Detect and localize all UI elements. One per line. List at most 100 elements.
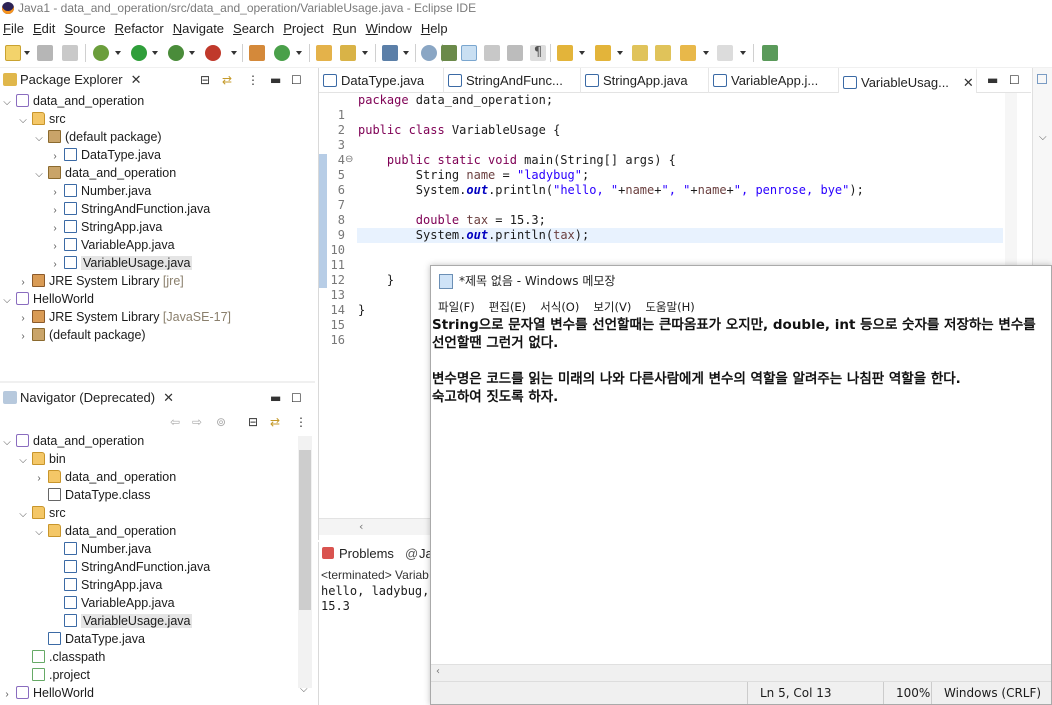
scroll-left-icon[interactable]: ‹: [436, 666, 440, 677]
tab-navigator[interactable]: Navigator (Deprecated) ✕: [0, 386, 315, 410]
tree-item[interactable]: VariableApp.java: [50, 594, 175, 612]
tree-item[interactable]: › DataType.java: [50, 146, 161, 164]
new-java-project-icon[interactable]: [249, 45, 265, 61]
tab-variableusage[interactable]: VariableUsag... ✕: [839, 68, 977, 93]
tree-item[interactable]: ⌵ (default package): [34, 128, 162, 146]
tab-stringandfunction[interactable]: StringAndFunc...: [444, 68, 581, 93]
link-with-editor-icon[interactable]: ⇄: [222, 72, 232, 88]
tree-item[interactable]: › data_and_operation: [34, 468, 176, 486]
tree-item[interactable]: ⌵ src: [18, 504, 66, 522]
chevron-down-icon[interactable]: ⌵: [18, 452, 28, 470]
save-all-icon[interactable]: [62, 45, 78, 61]
coverage-icon[interactable]: [168, 45, 184, 61]
tree-item[interactable]: › StringAndFunction.java: [50, 200, 210, 218]
tree-item[interactable]: ⌵ src: [18, 110, 66, 128]
save-icon[interactable]: [37, 45, 53, 61]
tree-item[interactable]: ⌵ data_and_operation: [34, 164, 176, 182]
console-output[interactable]: hello, ladybug, 15.3: [321, 584, 429, 614]
minimize-icon[interactable]: ▬: [270, 72, 281, 88]
menu-navigate[interactable]: Navigate: [170, 18, 230, 39]
tree-item[interactable]: › StringApp.java: [50, 218, 162, 236]
chevron-down-icon[interactable]: ⌵: [18, 112, 28, 130]
block-selection-icon[interactable]: [484, 45, 500, 61]
vertical-scrollbar[interactable]: [298, 436, 312, 688]
tree-item[interactable]: Number.java: [50, 540, 151, 558]
tree-item[interactable]: ⌵ bin: [18, 450, 66, 468]
chevron-down-icon[interactable]: ⌵: [34, 166, 44, 184]
tab-problems[interactable]: Problems: [319, 542, 394, 566]
tab-datatype[interactable]: DataType.java: [319, 68, 444, 93]
view-menu-icon[interactable]: ⋮: [295, 414, 307, 430]
back-arrow-icon[interactable]: ⇦: [170, 414, 180, 430]
fold-icon[interactable]: ⊖: [345, 154, 353, 165]
tree-item[interactable]: ⌵ data_and_operation: [2, 432, 144, 450]
maximize-icon[interactable]: ☐: [291, 72, 302, 88]
tree-item[interactable]: StringAndFunction.java: [50, 558, 210, 576]
minimize-icon[interactable]: ▬: [270, 390, 281, 406]
tree-item[interactable]: › JRE System Library [jre]: [18, 272, 184, 290]
notepad-horizontal-scrollbar[interactable]: ‹: [431, 664, 1051, 681]
notepad-menu-format[interactable]: 서식(O): [540, 300, 579, 314]
tree-item-selected[interactable]: VariableUsage.java: [50, 612, 193, 630]
tree-item[interactable]: StringApp.java: [50, 576, 162, 594]
panel-divider[interactable]: [0, 381, 315, 383]
menu-file[interactable]: File: [0, 18, 30, 39]
tree-item[interactable]: ⌵ data_and_operation: [34, 522, 176, 540]
tree-item[interactable]: DataType.java: [34, 630, 145, 648]
tree-item[interactable]: ⌵ HelloWorld: [2, 290, 94, 308]
menu-refactor[interactable]: Refactor: [112, 18, 170, 39]
notepad-titlebar[interactable]: *제목 없음 - Windows 메모장: [431, 266, 1051, 296]
link-with-editor-icon[interactable]: ⇄: [270, 414, 280, 430]
close-icon[interactable]: ✕: [963, 75, 974, 90]
run-icon[interactable]: [131, 45, 147, 61]
menu-edit[interactable]: Edit: [30, 18, 61, 39]
tree-item[interactable]: ⌵ data_and_operation: [2, 92, 144, 110]
prev-annotation-icon[interactable]: [595, 45, 611, 61]
menu-run[interactable]: Run: [330, 18, 363, 39]
highlight-toggle-icon[interactable]: [461, 45, 477, 61]
minimize-icon[interactable]: ▬: [987, 72, 998, 88]
menu-source[interactable]: Source: [61, 18, 111, 39]
tree-item[interactable]: DataType.class: [34, 486, 150, 504]
notepad-menu-view[interactable]: 보기(V): [593, 300, 631, 314]
maximize-icon[interactable]: ☐: [291, 390, 302, 406]
notepad-text-area[interactable]: String으로 문자열 변수를 선언할때는 큰따옴표가 오지만, double…: [431, 316, 1051, 666]
view-menu-icon[interactable]: ⋮: [247, 72, 259, 88]
tree-item[interactable]: › VariableApp.java: [50, 236, 175, 254]
scrollbar-thumb[interactable]: [299, 450, 311, 610]
chevron-down-icon[interactable]: ⌵: [18, 506, 28, 524]
next-annotation-icon[interactable]: [557, 45, 573, 61]
open-type-icon[interactable]: [316, 45, 332, 61]
maximize-icon[interactable]: ☐: [1009, 72, 1020, 88]
tree-item-selected[interactable]: › VariableUsage.java: [50, 254, 193, 272]
console-icon[interactable]: [382, 45, 398, 61]
collapse-all-icon[interactable]: ⊟: [200, 72, 210, 88]
tree-item[interactable]: .classpath: [18, 648, 105, 666]
menu-search[interactable]: Search: [230, 18, 280, 39]
go-into-icon[interactable]: ⊚: [216, 414, 226, 430]
search-icon[interactable]: [421, 45, 437, 61]
new-class-icon[interactable]: [274, 45, 290, 61]
chevron-down-icon[interactable]: ⌵: [34, 130, 44, 148]
show-whitespace-icon[interactable]: ¶: [530, 45, 546, 61]
open-perspective-icon[interactable]: [762, 45, 778, 61]
tree-item[interactable]: › Number.java: [50, 182, 151, 200]
tree-item[interactable]: › HelloWorld: [2, 684, 94, 702]
scroll-left-icon[interactable]: ‹: [359, 520, 363, 533]
outline-icon[interactable]: [1037, 74, 1047, 84]
tree-item[interactable]: .project: [18, 666, 90, 684]
chevron-down-icon[interactable]: ⌵: [2, 94, 12, 112]
tab-package-explorer[interactable]: Package Explorer ✕: [0, 68, 315, 92]
new-icon[interactable]: [5, 45, 21, 61]
word-wrap-icon[interactable]: [507, 45, 523, 61]
tree-item[interactable]: › JRE System Library [JavaSE-17]: [18, 308, 231, 326]
search-tools-icon[interactable]: [340, 45, 356, 61]
menu-window[interactable]: Window: [363, 18, 418, 39]
notepad-menu-help[interactable]: 도움말(H): [645, 300, 694, 314]
back-history-icon[interactable]: [680, 45, 696, 61]
chevron-down-icon[interactable]: ⌵: [2, 434, 12, 452]
tab-variableapp[interactable]: VariableApp.j...: [709, 68, 839, 93]
forward-arrow-icon[interactable]: ⇨: [192, 414, 202, 430]
notepad-menu-edit[interactable]: 편집(E): [489, 300, 526, 314]
mark-occurrences-icon[interactable]: [441, 45, 457, 61]
